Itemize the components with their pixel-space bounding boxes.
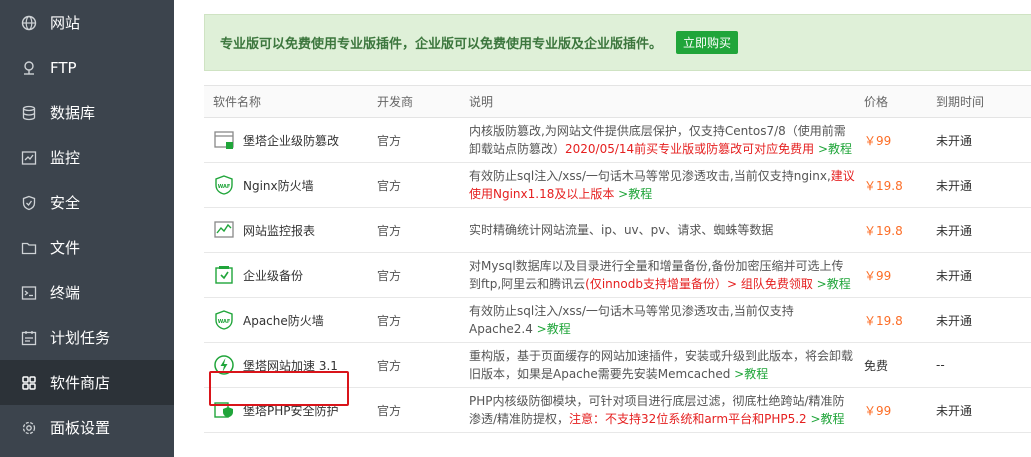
developer: 官方 bbox=[377, 178, 402, 193]
apps-icon bbox=[20, 374, 38, 392]
svg-text:WAF: WAF bbox=[218, 319, 231, 325]
backup-icon bbox=[213, 264, 235, 286]
table-header: 软件名称 开发商 说明 价格 到期时间 bbox=[204, 86, 1031, 118]
sidebar-item-label: 数据库 bbox=[50, 104, 96, 122]
terminal-icon bbox=[20, 284, 38, 302]
price: 免费 bbox=[864, 358, 889, 373]
table-row[interactable]: WAF Nginx防火墙 官方 有效防止sql注入/xss/一句话木马等常见渗透… bbox=[204, 163, 1031, 208]
sidebar-item-app-store[interactable]: 软件商店 bbox=[0, 360, 174, 405]
plugin-name[interactable]: 堡塔企业级防篡改 bbox=[243, 132, 339, 149]
sidebar-item-files[interactable]: 文件 bbox=[0, 225, 174, 270]
table-row[interactable]: 堡塔企业级防篡改 官方 内核版防篡改,为网站文件提供底层保护，仅支持Centos… bbox=[204, 118, 1031, 163]
expire-status: 未开通 bbox=[936, 178, 973, 193]
gear-icon bbox=[20, 419, 38, 437]
sidebar-item-terminal[interactable]: 终端 bbox=[0, 270, 174, 315]
header-name[interactable]: 软件名称 bbox=[204, 93, 368, 110]
tutorial-link[interactable]: >教程 bbox=[730, 367, 768, 381]
tutorial-link[interactable]: >教程 bbox=[533, 322, 571, 336]
developer: 官方 bbox=[377, 223, 402, 238]
sidebar-item-settings[interactable]: 面板设置 bbox=[0, 405, 174, 450]
description: 内核版防篡改,为网站文件提供底层保护，仅支持Centos7/8（使用前需卸载站点… bbox=[469, 124, 853, 156]
folder-icon bbox=[20, 239, 38, 257]
database-icon bbox=[20, 104, 38, 122]
ftp-icon bbox=[20, 59, 38, 77]
shield-icon bbox=[20, 194, 38, 212]
header-expire[interactable]: 到期时间 bbox=[927, 93, 1031, 110]
monitor-icon bbox=[20, 149, 38, 167]
description: 实时精确统计网站流量、ip、uv、pv、请求、蜘蛛等数据 bbox=[469, 223, 774, 237]
globe-icon bbox=[20, 14, 38, 32]
sidebar-item-monitor[interactable]: 监控 bbox=[0, 135, 174, 180]
sidebar-item-database[interactable]: 数据库 bbox=[0, 90, 174, 135]
sidebar-item-label: FTP bbox=[50, 58, 77, 77]
header-description: 说明 bbox=[469, 95, 494, 109]
description: 有效防止sql注入/xss/一句话木马等常见渗透攻击,当前仅支持nginx,建议… bbox=[469, 169, 855, 201]
chart-icon bbox=[213, 219, 235, 241]
waf-icon: WAF bbox=[213, 309, 235, 331]
plugin-name[interactable]: 网站监控报表 bbox=[243, 222, 315, 239]
description: PHP内核级防御模块，可针对项目进行底层过滤，彻底杜绝跨站/精准防渗透/精准防提… bbox=[469, 394, 845, 426]
developer: 官方 bbox=[377, 133, 402, 148]
expire-status: -- bbox=[936, 358, 945, 372]
upgrade-banner: 专业版可以免费使用专业版插件，企业版可以免费使用专业版及企业版插件。 立即购买 bbox=[204, 14, 1031, 71]
sidebar-item-label: 监控 bbox=[50, 149, 81, 167]
developer: 官方 bbox=[377, 403, 402, 418]
table-row[interactable]: WAF Apache防火墙 官方 有效防止sql注入/xss/一句话木马等常见渗… bbox=[204, 298, 1031, 343]
sidebar-item-label: 软件商店 bbox=[50, 374, 111, 392]
price: ￥99 bbox=[864, 133, 892, 148]
tamper-icon bbox=[213, 129, 235, 151]
banner-text: 专业版可以免费使用专业版插件，企业版可以免费使用专业版及企业版插件。 bbox=[220, 37, 663, 52]
price: ￥19.8 bbox=[864, 223, 903, 238]
table-row[interactable]: 企业级备份 官方 对Mysql数据库以及目录进行全量和增量备份,备份加密压缩并可… bbox=[204, 253, 1031, 298]
expire-status: 未开通 bbox=[936, 133, 973, 148]
sidebar-item-label: 安全 bbox=[50, 194, 81, 212]
description: 有效防止sql注入/xss/一句话木马等常见渗透攻击,当前仅支持Apache2.… bbox=[469, 304, 794, 336]
tutorial-link[interactable]: >教程 bbox=[814, 142, 852, 156]
expire-status: 未开通 bbox=[936, 268, 973, 283]
plugin-name[interactable]: 企业级备份 bbox=[243, 267, 303, 284]
sidebar-item-website[interactable]: 网站 bbox=[0, 0, 174, 45]
tutorial-link[interactable]: >教程 bbox=[813, 277, 851, 291]
expire-status: 未开通 bbox=[936, 223, 973, 238]
price: ￥99 bbox=[864, 268, 892, 283]
sidebar-item-label: 文件 bbox=[50, 239, 81, 257]
expire-status: 未开通 bbox=[936, 313, 973, 328]
developer: 官方 bbox=[377, 358, 402, 373]
header-price[interactable]: 价格 bbox=[855, 93, 927, 110]
tutorial-link[interactable]: >教程 bbox=[807, 412, 844, 426]
waf-icon: WAF bbox=[213, 174, 235, 196]
plugin-name[interactable]: Nginx防火墙 bbox=[243, 177, 314, 194]
price: ￥19.8 bbox=[864, 178, 903, 193]
developer: 官方 bbox=[377, 268, 402, 283]
table-row[interactable]: 网站监控报表 官方 实时精确统计网站流量、ip、uv、pv、请求、蜘蛛等数据 ￥… bbox=[204, 208, 1031, 253]
svg-text:WAF: WAF bbox=[218, 184, 231, 190]
sidebar-item-ftp[interactable]: FTP bbox=[0, 45, 174, 90]
task-icon bbox=[20, 329, 38, 347]
plugin-name[interactable]: Apache防火墙 bbox=[243, 312, 324, 329]
buy-now-button[interactable]: 立即购买 bbox=[676, 31, 739, 54]
highlight-annotation bbox=[209, 371, 349, 406]
sidebar: 网站 FTP 数据库 监控 安全 文件 终端 计划任务 软件商店 面板设置 bbox=[0, 0, 174, 457]
sidebar-item-security[interactable]: 安全 bbox=[0, 180, 174, 225]
expire-status: 未开通 bbox=[936, 403, 973, 418]
developer: 官方 bbox=[377, 313, 402, 328]
header-developer[interactable]: 开发商 bbox=[368, 93, 460, 110]
tutorial-link[interactable]: >教程 bbox=[614, 187, 652, 201]
description: 对Mysql数据库以及目录进行全量和增量备份,备份加密压缩并可选上传到ftp,阿… bbox=[469, 259, 851, 291]
sidebar-item-label: 面板设置 bbox=[50, 419, 111, 437]
description: 重构版，基于页面缓存的网站加速插件，安装或升级到此版本，将会卸载旧版本，如果是A… bbox=[469, 349, 854, 381]
sidebar-item-tasks[interactable]: 计划任务 bbox=[0, 315, 174, 360]
sidebar-item-label: 网站 bbox=[50, 14, 81, 32]
sidebar-item-label: 计划任务 bbox=[50, 329, 111, 347]
price: ￥19.8 bbox=[864, 313, 903, 328]
sidebar-item-label: 终端 bbox=[50, 284, 81, 302]
price: ￥99 bbox=[864, 403, 892, 418]
